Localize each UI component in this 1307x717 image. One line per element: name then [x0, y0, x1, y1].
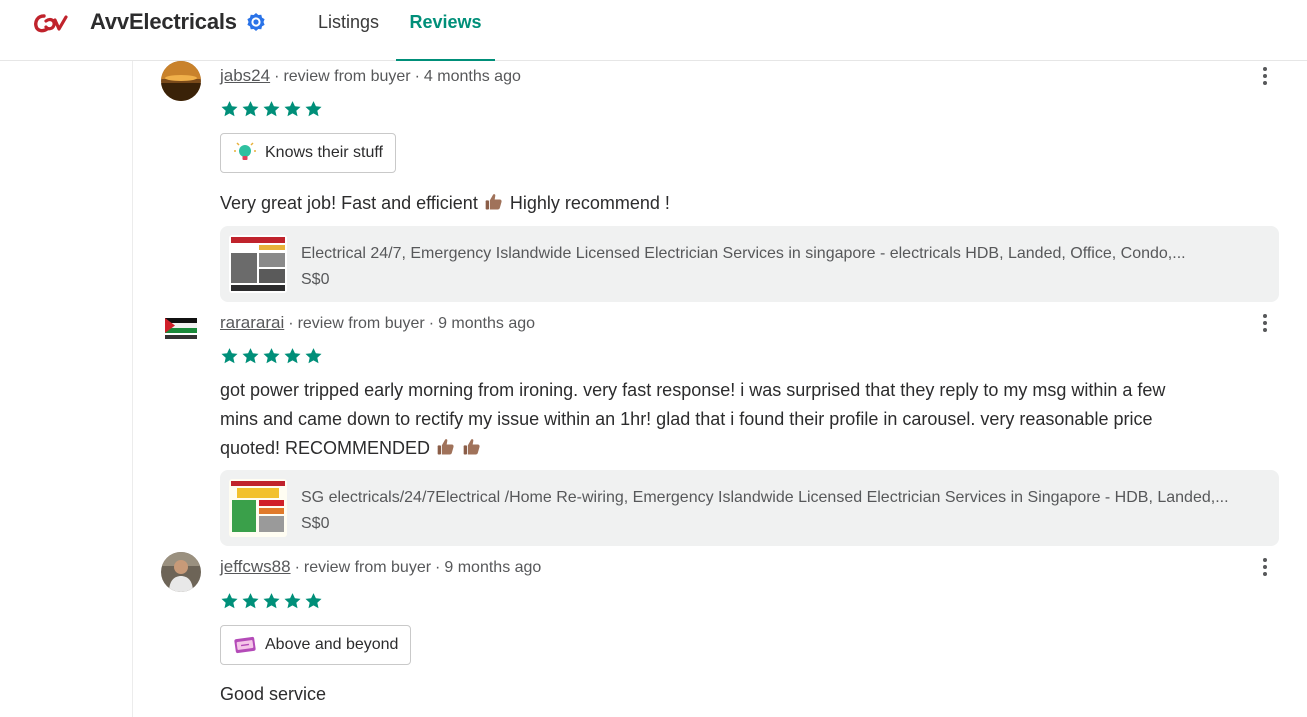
lightbulb-icon [234, 142, 256, 160]
listing-price: S$0 [301, 271, 330, 288]
thumbs-up-icon [485, 194, 502, 210]
review-text-line: got power tripped early morning from iro… [220, 380, 1166, 400]
listing-title[interactable]: Electrical 24/7, Emergency Islandwide Li… [301, 245, 1261, 263]
star-rating [220, 347, 323, 365]
review-time: 9 months ago [444, 559, 542, 576]
review-type: review from buyer [303, 559, 432, 576]
review-text: Very great job! Fast and efficient Highly… [220, 189, 1260, 218]
star-rating [220, 592, 323, 610]
star-icon [221, 348, 238, 364]
linked-listing-card[interactable]: SG electricals/24/7Electrical /Home Re-w… [220, 470, 1279, 546]
star-icon [242, 101, 259, 117]
star-icon [221, 593, 238, 609]
reviewer-username[interactable]: jeffcws88 [220, 557, 291, 576]
tab-reviews[interactable]: Reviews [396, 12, 495, 61]
review-text-line: quoted! RECOMMENDED [220, 434, 1260, 463]
verified-badge-icon [247, 13, 265, 31]
star-icon [284, 348, 301, 364]
star-icon [263, 101, 280, 117]
star-icon [263, 348, 280, 364]
seller-name: AvvElectricals [90, 9, 237, 34]
star-icon [263, 593, 280, 609]
star-rating [220, 100, 323, 118]
star-icon [242, 593, 259, 609]
reviewer-username[interactable]: jabs24 [220, 66, 270, 85]
star-icon [305, 593, 322, 609]
reviews-panel: jabs24 · review from buyer · 4 months ago Kn… [132, 61, 1307, 717]
top-navigation-bar: AvvElectricals Listings Reviews [0, 0, 1307, 61]
more-options-icon[interactable] [1253, 555, 1277, 579]
avatar[interactable] [161, 61, 201, 101]
brand-logo-icon[interactable] [34, 12, 68, 34]
review-meta: rarararai · review from buyer · 9 months ago [220, 313, 536, 332]
review-text-part: Highly recommend ! [509, 193, 670, 213]
more-options-icon[interactable] [1253, 311, 1277, 335]
star-icon [284, 101, 301, 117]
listing-thumbnail[interactable] [229, 479, 287, 537]
star-icon [305, 101, 322, 117]
review-meta: jabs24 · review from buyer · 4 months ago [220, 66, 521, 85]
listing-price: S$0 [301, 515, 330, 532]
review-meta: jeffcws88 · review from buyer · 9 months ago [220, 557, 542, 576]
linked-listing-card[interactable]: Electrical 24/7, Emergency Islandwide Li… [220, 226, 1279, 302]
listing-thumbnail[interactable] [229, 235, 287, 293]
tab-listings[interactable]: Listings [318, 12, 379, 61]
review-text: got power tripped early morning from iro… [220, 376, 1260, 463]
review-type: review from buyer [297, 315, 425, 332]
star-icon [284, 593, 301, 609]
review-type: review from buyer [283, 68, 411, 85]
star-icon [221, 101, 238, 117]
review-text-line: mins and came down to rectify my issue w… [220, 409, 1153, 429]
compliment-badge: Knows their stuff [220, 133, 396, 173]
review-time: 9 months ago [438, 315, 536, 332]
review-text: Good service [220, 684, 327, 704]
more-options-icon[interactable] [1253, 64, 1277, 88]
reviewer-username[interactable]: rarararai [220, 313, 284, 332]
review-text-part: quoted! RECOMMENDED [220, 438, 431, 458]
compliment-badge: Above and beyond [220, 625, 412, 665]
badge-label: Above and beyond [265, 636, 399, 653]
listing-title[interactable]: SG electricals/24/7Electrical /Home Re-w… [301, 489, 1261, 507]
avatar[interactable] [161, 552, 201, 592]
thumbs-up-icon [463, 439, 480, 455]
ticket-icon [234, 636, 256, 654]
thumbs-up-icon [437, 439, 454, 455]
review-time: 4 months ago [423, 68, 521, 85]
star-icon [242, 348, 259, 364]
avatar[interactable] [161, 308, 201, 348]
review-text-part: Very great job! Fast and efficient [220, 193, 478, 213]
badge-label: Knows their stuff [265, 144, 383, 161]
star-icon [305, 348, 322, 364]
